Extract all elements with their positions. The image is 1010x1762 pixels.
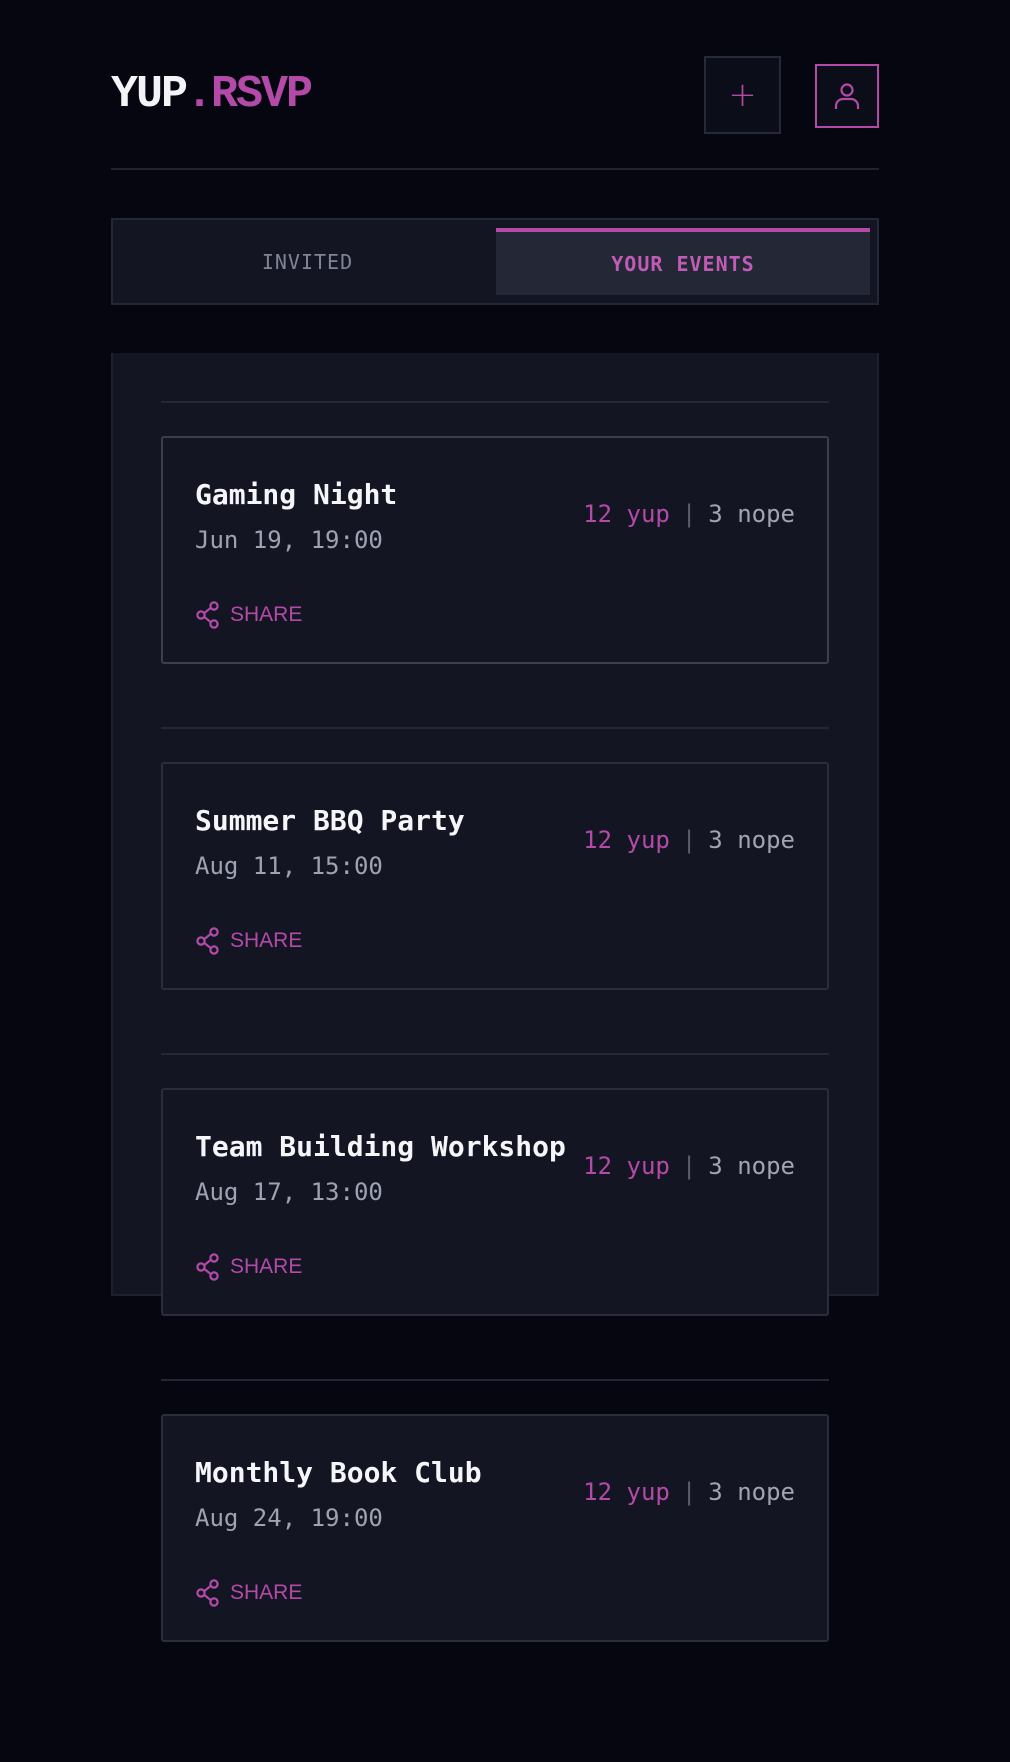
- event-tabs: INVITED YOUR EVENTS: [111, 218, 879, 305]
- add-event-button[interactable]: +: [704, 56, 781, 134]
- share-icon: [196, 601, 219, 629]
- rsvp-counts: 12 yup | 3 nope: [583, 826, 795, 854]
- count-separator: |: [681, 1478, 697, 1506]
- rsvp-counts: 12 yup | 3 nope: [583, 1152, 795, 1180]
- yup-count: 12 yup: [583, 826, 670, 854]
- app-header: YUP.RSVP +: [111, 56, 879, 170]
- nope-count: 3 nope: [708, 826, 795, 854]
- event-divider: [161, 1379, 829, 1381]
- rsvp-counts: 12 yup | 3 nope: [583, 1478, 795, 1506]
- share-button[interactable]: SHARE: [195, 1253, 302, 1281]
- logo-yup: YUP: [111, 69, 188, 120]
- yup-count: 12 yup: [583, 500, 670, 528]
- share-button[interactable]: SHARE: [195, 601, 302, 629]
- event-card[interactable]: Team Building Workshop Aug 17, 13:00 12 …: [161, 1088, 829, 1316]
- share-label: SHARE: [230, 603, 303, 626]
- event-date: Aug 24, 19:00: [195, 1504, 383, 1532]
- nope-count: 3 nope: [708, 1478, 795, 1506]
- event-card[interactable]: Monthly Book Club Aug 24, 19:00 12 yup | 3…: [161, 1414, 829, 1642]
- event-date: Aug 17, 13:00: [195, 1178, 383, 1206]
- page: YUP.RSVP + INVITED YOUR EVENTS Gaming Ni…: [0, 0, 1010, 1762]
- share-label: SHARE: [230, 929, 303, 952]
- share-button[interactable]: SHARE: [195, 927, 302, 955]
- tab-your-events[interactable]: YOUR EVENTS: [496, 228, 870, 295]
- user-icon: [834, 83, 860, 109]
- event-card[interactable]: Summer BBQ Party Aug 11, 15:00 12 yup | 3 …: [161, 762, 829, 990]
- count-separator: |: [681, 500, 697, 528]
- count-separator: |: [681, 826, 697, 854]
- share-icon: [196, 927, 219, 955]
- rsvp-counts: 12 yup | 3 nope: [583, 500, 795, 528]
- count-separator: |: [681, 1152, 697, 1180]
- event-title: Gaming Night: [195, 478, 398, 511]
- plus-icon: +: [728, 75, 757, 115]
- event-card[interactable]: Gaming Night Jun 19, 19:00 12 yup | 3 nope…: [161, 436, 829, 664]
- yup-count: 12 yup: [583, 1152, 670, 1180]
- event-date: Jun 19, 19:00: [195, 526, 383, 554]
- app-logo[interactable]: YUP.RSVP: [111, 69, 313, 120]
- event-date: Aug 11, 15:00: [195, 852, 383, 880]
- event-divider: [161, 727, 829, 729]
- share-label: SHARE: [230, 1581, 303, 1604]
- yup-count: 12 yup: [583, 1478, 670, 1506]
- event-divider: [161, 401, 829, 403]
- nope-count: 3 nope: [708, 1152, 795, 1180]
- share-icon: [196, 1253, 219, 1281]
- share-icon: [196, 1579, 219, 1607]
- share-button[interactable]: SHARE: [195, 1579, 302, 1607]
- tab-invited[interactable]: INVITED: [121, 228, 494, 295]
- profile-button[interactable]: [815, 64, 879, 128]
- event-divider: [161, 1053, 829, 1055]
- event-title: Monthly Book Club: [195, 1456, 482, 1489]
- event-title: Summer BBQ Party: [195, 804, 465, 837]
- share-label: SHARE: [230, 1255, 303, 1278]
- event-title: Team Building Workshop: [195, 1130, 566, 1163]
- nope-count: 3 nope: [708, 500, 795, 528]
- logo-rsvp: .RSVP: [186, 69, 313, 120]
